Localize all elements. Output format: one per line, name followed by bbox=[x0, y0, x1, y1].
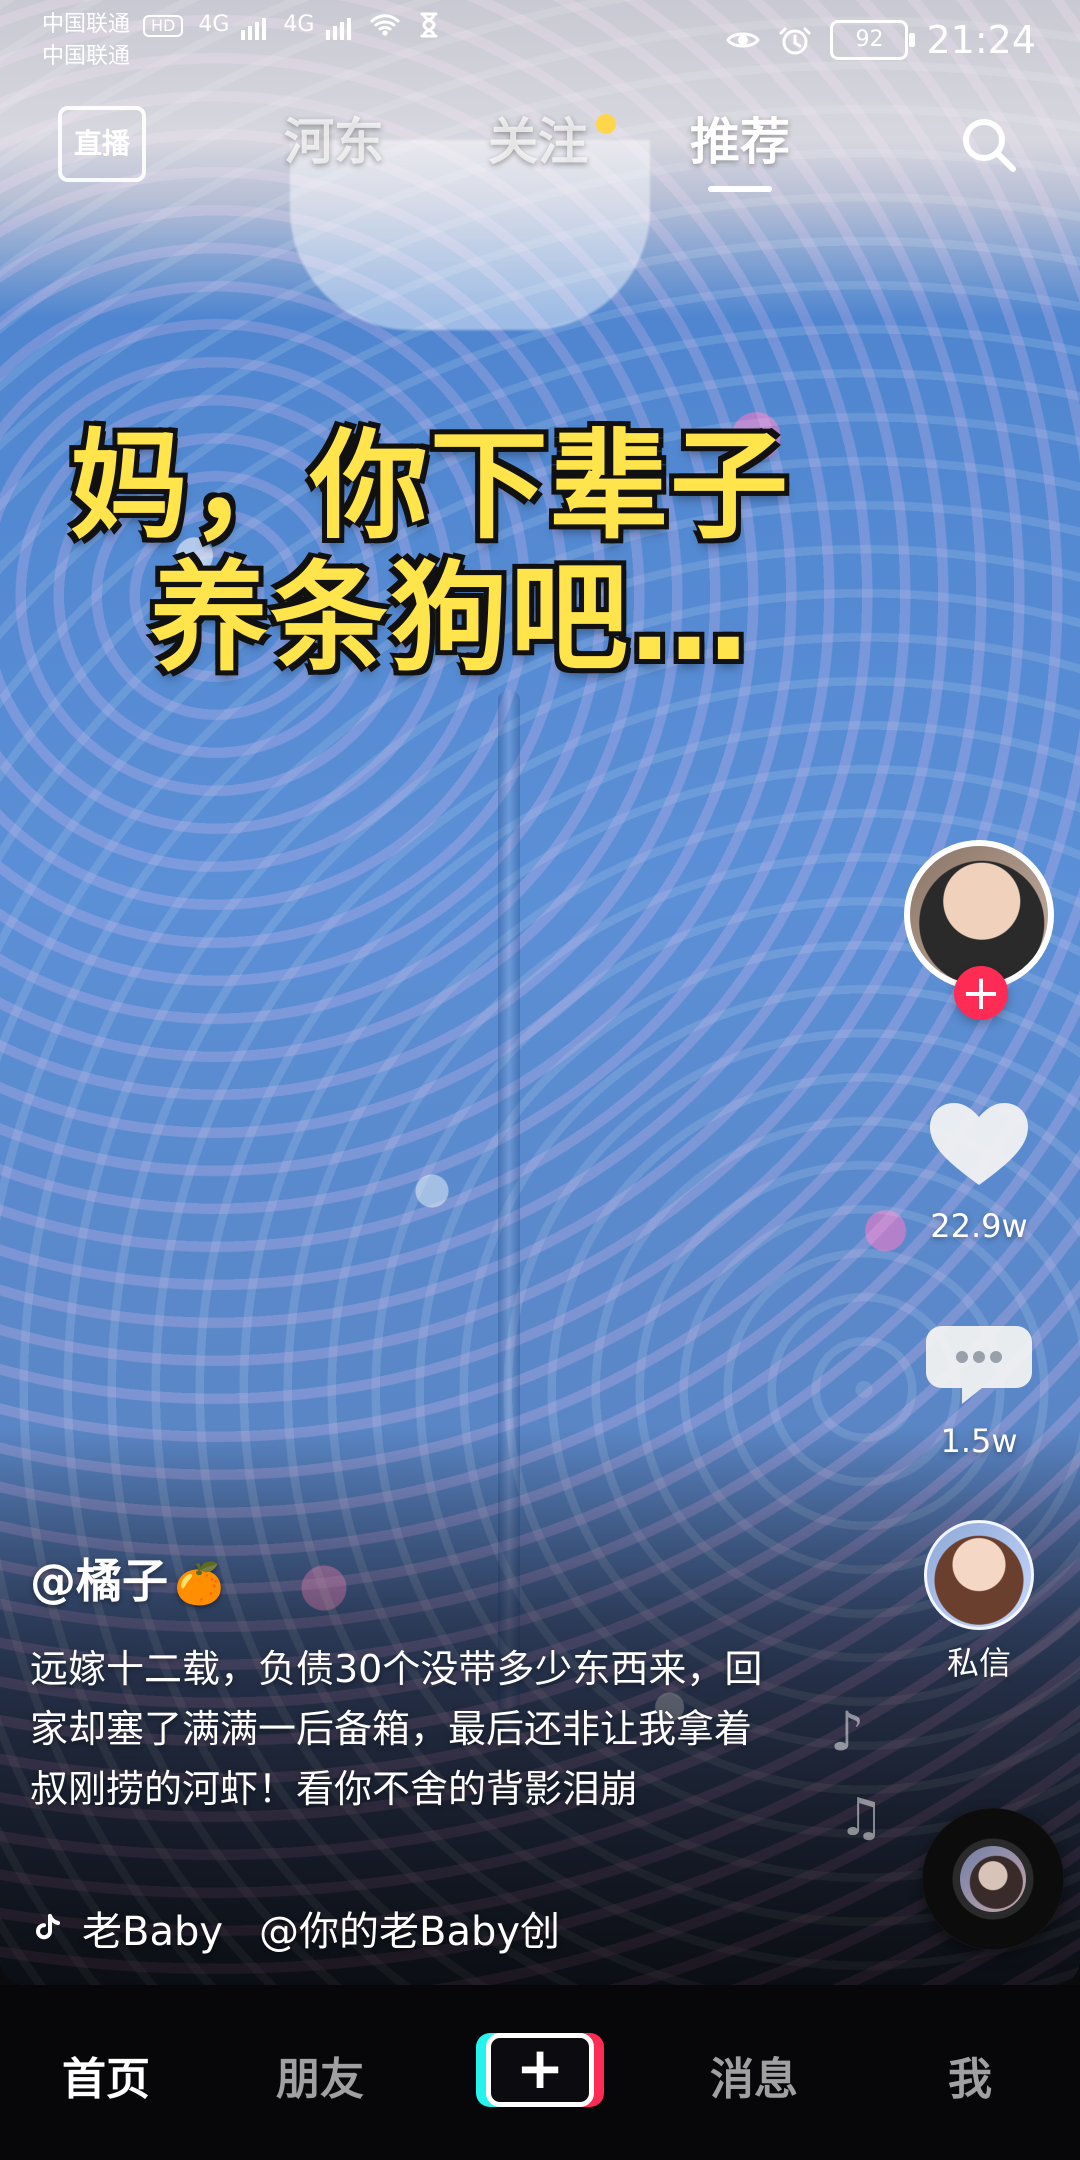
signal-icon-2 bbox=[326, 18, 352, 40]
tab-label: 河东 bbox=[284, 113, 384, 171]
post-description: 远嫁十二载，负债30个没带多少东西来，回家却塞了满满一后备箱，最后还非让我拿着叔… bbox=[30, 1647, 763, 1811]
tab-recommended[interactable]: 推荐 bbox=[690, 102, 790, 174]
right-action-bar: + 22.9w 1.5w 私信 bbox=[894, 840, 1064, 1960]
net-type-1: 4G bbox=[198, 12, 230, 37]
signal-icon bbox=[241, 18, 267, 40]
bottom-tab-bar: 首页 朋友 + 消息 我 bbox=[0, 1985, 1080, 2160]
follow-plus-button[interactable]: + bbox=[954, 966, 1008, 1020]
battery-level: 92 bbox=[855, 27, 884, 52]
comment-count: 1.5w bbox=[940, 1422, 1018, 1460]
eye-icon bbox=[726, 32, 761, 48]
live-button[interactable]: 直播 bbox=[58, 106, 146, 182]
tab-home[interactable]: 首页 bbox=[62, 2043, 150, 2107]
music-note-icon: ♪ bbox=[830, 1700, 865, 1763]
battery-indicator: 92 bbox=[830, 20, 916, 60]
hourglass-icon bbox=[420, 12, 438, 38]
music-row[interactable]: 老Baby @你的老Baby创 bbox=[30, 1898, 790, 1958]
tab-me-label: 我 bbox=[948, 2054, 992, 2105]
tiktok-icon bbox=[36, 1914, 60, 1940]
comment-action[interactable]: 1.5w bbox=[894, 1310, 1064, 1460]
tab-friends-label: 朋友 bbox=[276, 2054, 364, 2105]
dm-label: 私信 bbox=[946, 1644, 1011, 1682]
post-author[interactable]: @橘子 🍊 bbox=[30, 1545, 790, 1611]
plus-icon: + bbox=[515, 2034, 565, 2102]
status-bar: 中国联通 HD 4G 4G 中国联通 92 21:24 bbox=[0, 0, 1080, 92]
caption-line-1: 妈，你下辈子 bbox=[70, 417, 791, 555]
tab-messages[interactable]: 消息 bbox=[710, 2043, 798, 2107]
like-action[interactable]: 22.9w bbox=[894, 1095, 1064, 1245]
author-emoji: 🍊 bbox=[174, 1561, 224, 1607]
wifi-icon bbox=[370, 14, 400, 36]
music-creator: @你的老Baby创 bbox=[259, 1909, 561, 1955]
signal-cluster: 4G 4G bbox=[198, 8, 446, 42]
music-notes: ♪ ♫ bbox=[810, 1700, 900, 1850]
carrier-2: 中国联通 bbox=[42, 44, 131, 69]
hd-badge: HD bbox=[143, 15, 184, 37]
search-icon[interactable] bbox=[956, 112, 1022, 178]
like-count: 22.9w bbox=[930, 1207, 1028, 1245]
music-song: 老Baby bbox=[82, 1909, 224, 1955]
tab-home-label: 首页 bbox=[62, 2054, 150, 2105]
status-right: 92 21:24 bbox=[726, 18, 1036, 62]
tab-label: 推荐 bbox=[690, 113, 790, 171]
net-type-2: 4G bbox=[283, 12, 315, 37]
live-label: 直播 bbox=[73, 127, 130, 160]
caption-line-2: 养条狗吧… bbox=[150, 549, 751, 687]
status-left: 中国联通 HD 4G 4G 中国联通 bbox=[42, 8, 446, 72]
direct-message-action[interactable]: 私信 bbox=[894, 1520, 1064, 1684]
battery-box: 92 bbox=[830, 20, 916, 60]
top-navigation: 直播 河东 关注 推荐 bbox=[0, 92, 1080, 212]
author-name[interactable]: @橘子 bbox=[30, 1554, 168, 1608]
notification-dot bbox=[596, 114, 616, 134]
comment-icon bbox=[926, 1326, 1032, 1404]
video-caption: 妈，你下辈子 养条狗吧… bbox=[70, 420, 930, 684]
heart-icon bbox=[930, 1103, 1028, 1185]
post-info: @橘子 🍊 远嫁十二载，负债30个没带多少东西来，回家却塞了满满一后备箱，最后还非… bbox=[30, 1545, 790, 1819]
tab-hedong[interactable]: 河东 bbox=[284, 102, 384, 174]
time: 21:24 bbox=[926, 18, 1036, 62]
music-disc[interactable] bbox=[922, 1808, 1064, 1950]
tab-following[interactable]: 关注 bbox=[488, 102, 616, 174]
alarm-icon bbox=[779, 27, 811, 55]
dm-avatar bbox=[924, 1520, 1034, 1630]
create-button[interactable]: + bbox=[476, 2033, 604, 2107]
tab-messages-label: 消息 bbox=[710, 2054, 798, 2105]
tab-label: 关注 bbox=[488, 113, 588, 171]
music-note-icon-2: ♫ bbox=[838, 1788, 885, 1848]
carrier-1: 中国联通 bbox=[42, 12, 131, 37]
tab-me[interactable]: 我 bbox=[948, 2043, 992, 2107]
tab-friends[interactable]: 朋友 bbox=[276, 2043, 364, 2107]
